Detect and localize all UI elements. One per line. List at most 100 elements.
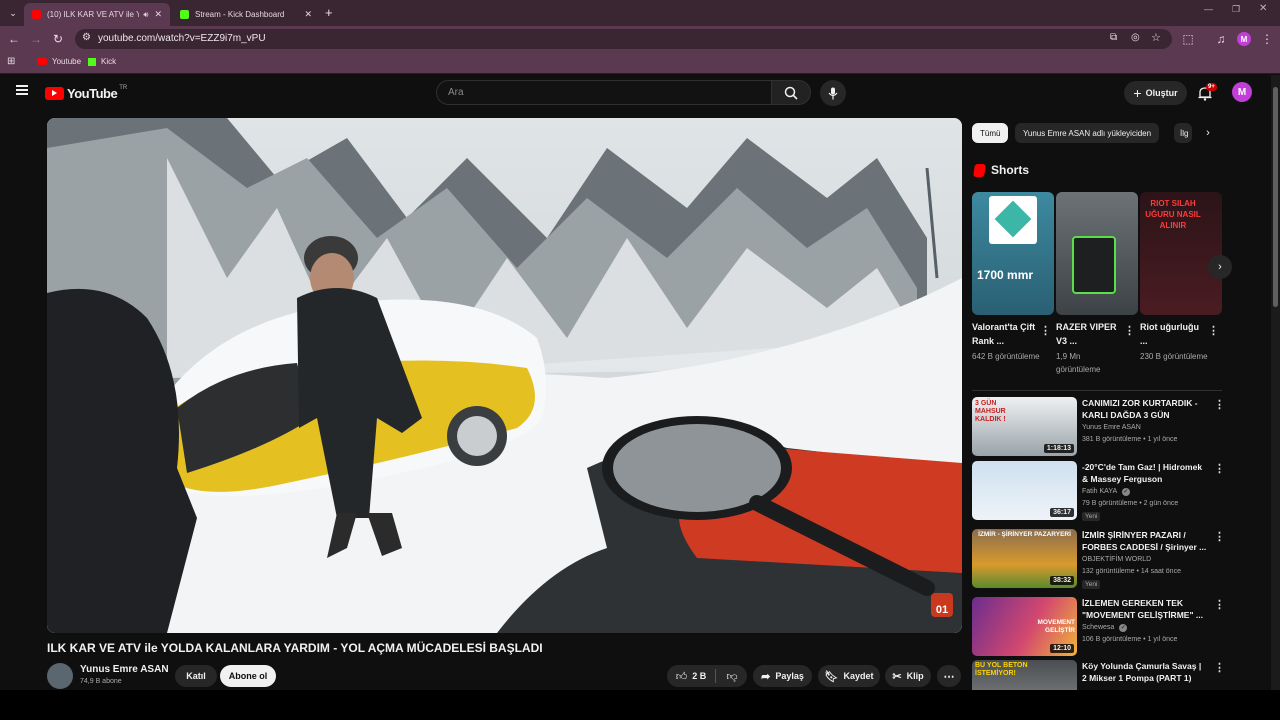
back-icon[interactable]: ←: [6, 31, 22, 47]
close-tab-icon[interactable]: ✕: [304, 9, 312, 20]
bookmark-label: Youtube: [52, 57, 82, 66]
restore-icon[interactable]: ❐: [1232, 4, 1240, 15]
channel-name: OBJEKTİFİM WORLD: [1082, 556, 1152, 563]
bookmark-star-icon[interactable]: ☆: [1151, 31, 1161, 44]
share-button[interactable]: ➦ Paylaş: [753, 665, 812, 687]
verified-check-icon: ✓: [1121, 488, 1130, 496]
search-input[interactable]: Ara: [436, 80, 772, 105]
reload-icon[interactable]: ↻: [50, 31, 66, 47]
browser-menu-icon[interactable]: ⋮: [1259, 31, 1275, 47]
more-actions-button[interactable]: ⋯: [937, 665, 961, 687]
short-views: 230 B görüntüleme: [1140, 352, 1208, 361]
notifications-button[interactable]: 9+: [1196, 83, 1217, 103]
recommended-video[interactable]: 36:17 -20°C'de Tam Gaz! | Hidromek & Mas…: [972, 461, 1225, 521]
shorts-next-button[interactable]: ›: [1208, 255, 1232, 279]
video-title: -20°C'de Tam Gaz! | Hidromek & Massey Fe…: [1082, 462, 1203, 484]
extensions-icon[interactable]: ⬚: [1180, 31, 1196, 47]
create-button[interactable]: + Oluştur: [1124, 81, 1187, 105]
video-menu-icon[interactable]: ⋮: [1214, 661, 1222, 674]
region-code: TR: [119, 85, 128, 91]
close-tab-icon[interactable]: ✕: [154, 9, 162, 20]
logo-text: YouTube: [67, 85, 118, 101]
like-button[interactable]: 👍︎ 2 B: [667, 665, 715, 687]
short-menu-icon[interactable]: ⋮: [1124, 324, 1135, 337]
bookmark-label: Kick: [101, 57, 117, 66]
like-count: 2 B: [692, 671, 707, 681]
tab-kick-dashboard[interactable]: Stream - Kick Dashboard ✕: [172, 3, 320, 26]
tab-search-button[interactable]: ⌄: [6, 6, 20, 20]
account-avatar[interactable]: M: [1232, 82, 1252, 102]
join-button[interactable]: Katıl: [175, 665, 217, 687]
video-meta: 381 B görüntüleme • 1 yıl önce: [1082, 436, 1178, 443]
verified-check-icon: ✓: [1119, 624, 1128, 632]
recommended-video[interactable]: BU YOL BETON İSTEMİYOR! Köy Yolunda Çamu…: [972, 660, 1222, 690]
chip-all[interactable]: Tümü: [972, 123, 1009, 143]
short-title[interactable]: RAZER VIPER V3 ...: [1056, 320, 1122, 348]
shelf-divider: [972, 390, 1222, 391]
channel-name[interactable]: Yunus Emre ASAN: [80, 664, 169, 675]
forward-icon[interactable]: →: [28, 31, 44, 47]
channel-avatar[interactable]: [47, 663, 73, 689]
short-card[interactable]: [1056, 192, 1138, 315]
youtube-logo[interactable]: YouTube TR: [45, 85, 127, 101]
channel-name: Schewesa ✓: [1082, 624, 1128, 632]
video-meta: 132 görüntüleme • 14 saat önce: [1082, 568, 1181, 575]
video-menu-icon[interactable]: ⋮: [1214, 398, 1225, 411]
recommended-video[interactable]: MOVEMENT GELİŞTİR 12:10 İZLEMEN GEREKEN …: [972, 597, 1225, 657]
hamburger-menu-icon[interactable]: [16, 85, 28, 95]
eye-off-icon[interactable]: ◎: [1131, 32, 1140, 43]
video-menu-icon[interactable]: ⋮: [1214, 598, 1225, 611]
kick-favicon-icon: [88, 57, 96, 66]
short-card[interactable]: 1700 mmr: [972, 192, 1054, 315]
apps-grid-icon[interactable]: ⊞: [7, 56, 15, 67]
short-menu-icon[interactable]: ⋮: [1040, 324, 1051, 337]
short-menu-icon[interactable]: ⋮: [1208, 324, 1219, 337]
video-title: ILK KAR VE ATV ile YOLDA KALANLARA YARDI…: [47, 641, 543, 655]
short-overlay-text: 1700 mmr: [977, 268, 1034, 282]
minimize-icon[interactable]: —: [1204, 4, 1213, 14]
bookmark-kick[interactable]: Kick: [88, 57, 116, 66]
save-button[interactable]: 🔖︎ Kaydet: [818, 665, 880, 687]
search-button[interactable]: [771, 80, 811, 105]
new-tab-button[interactable]: +: [325, 5, 333, 20]
tab-youtube-video[interactable]: (10) ILK KAR VE ATV ile YOLDA 🔊︎ ✕: [24, 3, 170, 26]
thumbnail-text: 3 GÜN MAHSUR KALDIK !: [975, 400, 1006, 423]
share-label: Paylaş: [775, 671, 804, 681]
address-bar[interactable]: ⚙ youtube.com/watch?v=EZZ9i7m_vPU ⧉ ◎ ☆: [75, 29, 1172, 49]
bookmark-youtube[interactable]: Youtube: [37, 57, 81, 66]
divider: [715, 669, 716, 683]
microphone-icon: [828, 87, 838, 99]
scrollbar-thumb[interactable]: [1273, 87, 1278, 307]
close-window-icon[interactable]: ✕: [1259, 3, 1267, 14]
chevron-right-icon: ›: [1218, 261, 1222, 273]
share-icon: ➦: [761, 670, 771, 683]
video-title: İZMİR ŞİRİNYER PAZARI / FORBES CADDESİ /…: [1082, 530, 1207, 552]
avatar-initial: M: [1237, 86, 1247, 98]
install-app-icon[interactable]: ⧉: [1110, 32, 1117, 43]
video-menu-icon[interactable]: ⋮: [1214, 530, 1225, 543]
voice-search-button[interactable]: [820, 80, 846, 106]
short-title[interactable]: Riot uğurluğu ...: [1140, 320, 1206, 348]
plus-icon: +: [1133, 85, 1142, 101]
media-control-icon[interactable]: ♫: [1213, 31, 1229, 47]
clip-button[interactable]: ✂ Klip: [885, 665, 931, 687]
site-info-icon[interactable]: ⚙: [82, 32, 91, 43]
video-player[interactable]: 01: [47, 118, 962, 633]
video-meta: 79 B görüntüleme • 2 gün önce: [1082, 500, 1179, 507]
short-title[interactable]: Valorant'ta Çift Rank ...: [972, 320, 1038, 348]
page-scrollbar[interactable]: [1271, 75, 1280, 690]
speaker-icon[interactable]: 🔊︎: [143, 10, 148, 20]
video-menu-icon[interactable]: ⋮: [1214, 462, 1225, 475]
short-views: 642 B görüntüleme: [972, 352, 1040, 361]
dislike-button[interactable]: 👎︎: [717, 665, 747, 687]
new-badge: Yeni: [1082, 580, 1101, 589]
short-card[interactable]: RIOT SILAH UĞURU NASIL ALINIR: [1140, 192, 1222, 315]
chips-next-button[interactable]: ›: [1198, 123, 1218, 143]
chip-related[interactable]: İlg: [1174, 123, 1192, 143]
recommended-video[interactable]: İZMİR - ŞİRİNYER PAZARYERİ 38:32 İZMİR Ş…: [972, 529, 1225, 589]
recommended-video[interactable]: 3 GÜN MAHSUR KALDIK ! 1:18:13 CANIMIZI Z…: [972, 397, 1225, 457]
profile-avatar[interactable]: M: [1237, 32, 1251, 46]
video-frame: [47, 118, 962, 633]
chip-from-uploader[interactable]: Yunus Emre ASAN adlı yükleyiciden: [1015, 123, 1160, 143]
subscribe-button[interactable]: Abone ol: [220, 665, 276, 687]
